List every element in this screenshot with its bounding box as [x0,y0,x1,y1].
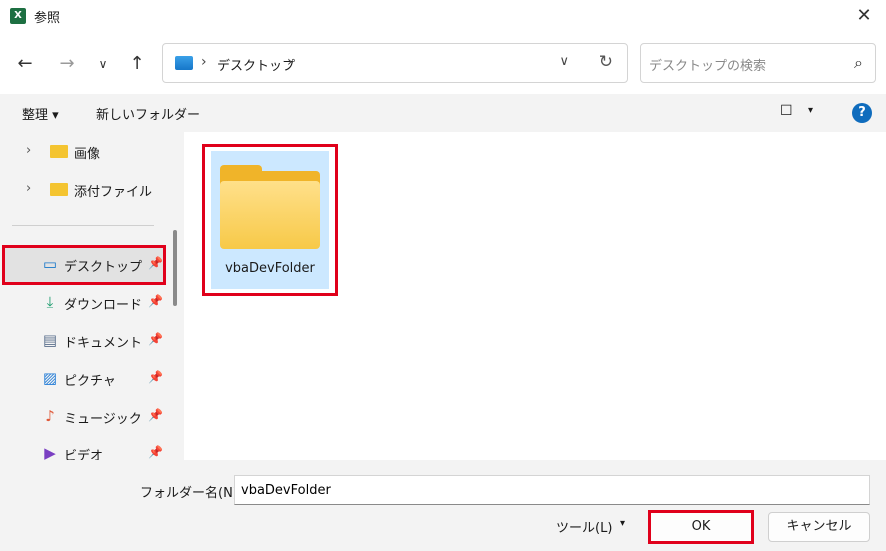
title-bar: X 参照 ✕ [0,0,886,32]
pictures-icon: ▨ [42,369,58,387]
tools-dropdown-icon[interactable]: ▾ [620,518,625,529]
quick-access-label: ドキュメント [64,336,143,351]
document-icon: ▤ [42,331,58,349]
navigation-bar: ← → ∨ ↑ › デスクトップ › ∨ ↻ デスクトップの検索 ⌕ [0,32,886,94]
dialog-footer: フォルダー名(N): ツール(L) ▾ OK キャンセル [0,460,886,551]
folder-icon [50,183,68,196]
divider [12,225,154,226]
forward-button[interactable]: → [54,51,80,77]
sidebar-scrollbar[interactable] [173,230,177,306]
chevron-right-icon[interactable]: › [26,143,31,158]
video-icon: ▶ [44,444,56,460]
refresh-button[interactable]: ↻ [599,52,613,72]
quick-access-desktop[interactable]: ▭ デスクトップ 📌 [0,249,170,279]
folder-name-field[interactable] [234,475,870,505]
pin-icon[interactable]: 📌 [148,256,163,270]
folder-icon-front [220,181,320,249]
tree-item-label: 添付ファイル [74,185,153,200]
quick-access-videos[interactable]: ▶ ビデオ 📌 [0,438,170,460]
quick-access-label: ミュージック [64,412,142,427]
address-bar[interactable]: › デスクトップ › ∨ ↻ [162,43,628,83]
breadcrumb-separator[interactable]: › [287,54,293,70]
quick-access-label: ダウンロード [64,298,143,313]
download-icon: ⤓ [46,293,54,311]
tools-button[interactable]: ツール(L) [556,517,612,536]
up-button[interactable]: ↑ [124,51,150,77]
breadcrumb-separator[interactable]: › [201,54,207,70]
view-options-icon[interactable]: ☐ [780,103,793,119]
tree-item-attachments[interactable]: › 添付ファイル [0,174,170,204]
organize-button[interactable]: 整理 ▾ [22,104,59,123]
desktop-icon [175,56,193,70]
quick-access-label: デスクトップ [64,260,143,275]
search-input[interactable]: デスクトップの検索 ⌕ [640,43,876,83]
ok-button[interactable]: OK [648,510,754,544]
excel-icon: X [10,8,26,24]
pin-icon[interactable]: 📌 [148,370,163,384]
pin-icon[interactable]: 📌 [148,294,163,308]
view-dropdown-icon[interactable]: ▾ [808,105,813,116]
search-icon[interactable]: ⌕ [854,53,863,73]
folder-icon [50,145,68,158]
navigation-pane: › 画像 › 添付ファイル ▭ デスクトップ 📌 ⤓ ダウンロード 📌 ▤ ドキ… [0,132,184,460]
breadcrumb-desktop[interactable]: デスクトップ [217,55,295,74]
back-button[interactable]: ← [12,51,38,77]
quick-access-music[interactable]: ♪ ミュージック 📌 [0,401,170,431]
folder-item-selection[interactable]: vbaDevFolder [211,151,329,289]
search-placeholder: デスクトップの検索 [649,59,767,74]
tree-item-images[interactable]: › 画像 [0,136,170,166]
music-icon: ♪ [45,407,55,425]
new-folder-button[interactable]: 新しいフォルダー [96,104,200,123]
folder-name-label: フォルダー名(N): [140,486,243,501]
file-list: vbaDevFolder [184,132,886,460]
cancel-button[interactable]: キャンセル [768,512,870,542]
close-button[interactable]: ✕ [850,2,878,30]
pin-icon[interactable]: 📌 [148,445,163,459]
quick-access-downloads[interactable]: ⤓ ダウンロード 📌 [0,287,170,317]
chevron-right-icon[interactable]: › [26,181,31,196]
quick-access-documents[interactable]: ▤ ドキュメント 📌 [0,325,170,355]
tree-item-label: 画像 [74,147,101,162]
help-icon[interactable]: ? [852,103,872,123]
quick-access-label: ビデオ [64,449,104,460]
recent-locations-button[interactable]: ∨ [90,51,116,77]
quick-access-pictures[interactable]: ▨ ピクチャ 📌 [0,363,170,393]
window-title: 参照 [34,11,61,26]
pin-icon[interactable]: 📌 [148,408,163,422]
address-history-dropdown[interactable]: ∨ [559,54,569,69]
folder-item-label: vbaDevFolder [225,261,315,276]
desktop-icon: ▭ [42,255,58,273]
quick-access-label: ピクチャ [64,374,116,389]
pin-icon[interactable]: 📌 [148,332,163,346]
command-bar: 整理 ▾ 新しいフォルダー ☐ ▾ ? [0,94,886,132]
folder-item[interactable]: vbaDevFolder [202,144,338,296]
